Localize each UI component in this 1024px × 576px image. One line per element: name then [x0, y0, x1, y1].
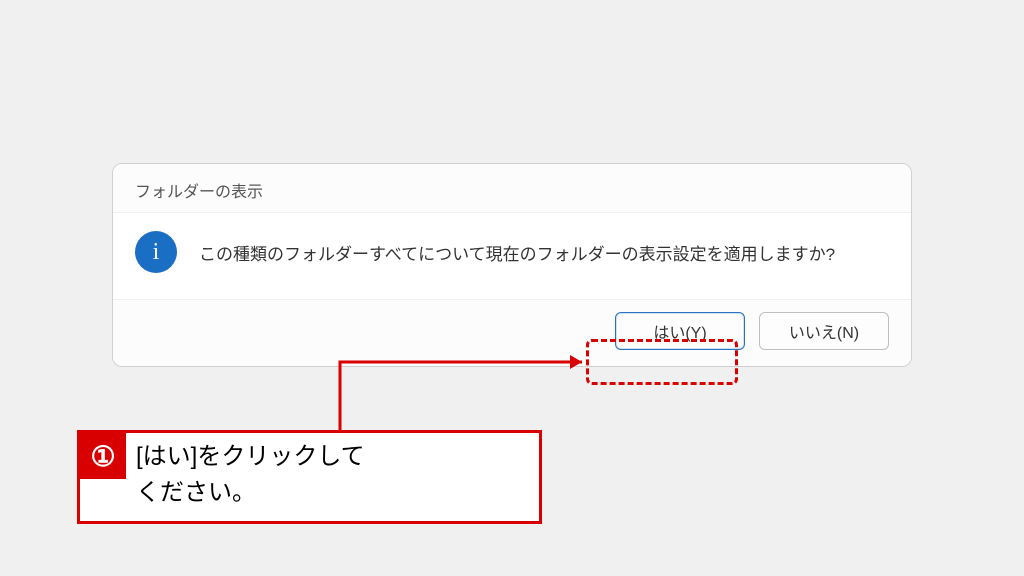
dialog-message: この種類のフォルダーすべてについて現在のフォルダーの表示設定を適用しますか?: [199, 240, 835, 265]
instruction-line2: ください。: [136, 475, 365, 511]
dialog-title: フォルダーの表示: [113, 164, 911, 212]
info-icon: i: [135, 231, 177, 273]
instruction-text: [はい]をクリックして ください。: [126, 433, 379, 521]
instruction-line1: [はい]をクリックして: [136, 443, 365, 470]
dialog-body: i この種類のフォルダーすべてについて現在のフォルダーの表示設定を適用しますか?: [113, 212, 911, 300]
step-number-badge: ①: [80, 433, 126, 479]
instruction-callout: ① [はい]をクリックして ください。: [77, 430, 542, 524]
folder-view-dialog: フォルダーの表示 i この種類のフォルダーすべてについて現在のフォルダーの表示設…: [112, 163, 912, 367]
dialog-button-row: はい(Y) いいえ(N): [113, 300, 911, 366]
yes-button[interactable]: はい(Y): [615, 312, 745, 350]
no-button[interactable]: いいえ(N): [759, 312, 889, 350]
